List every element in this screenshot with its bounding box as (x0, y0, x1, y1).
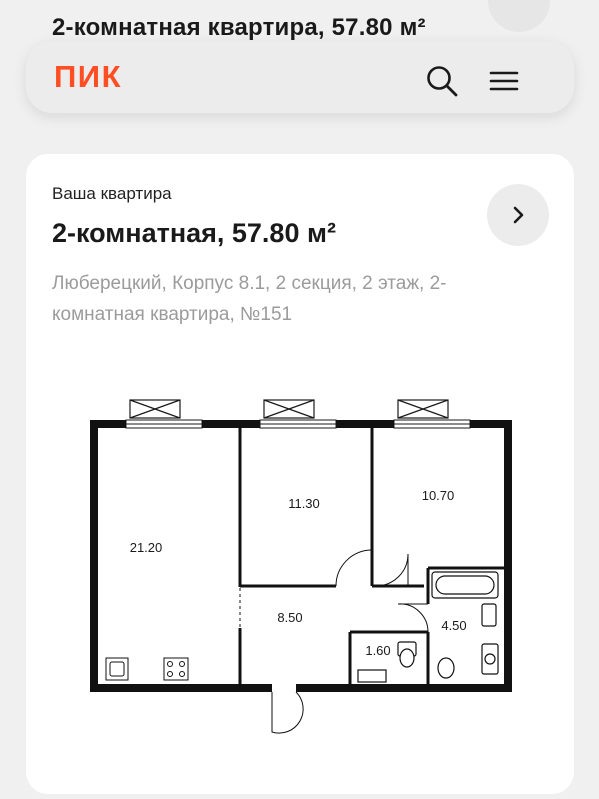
window-icon (125, 419, 471, 429)
apartment-address: Люберецкий, Корпус 8.1, 2 секция, 2 этаж… (52, 273, 447, 325)
open-apartment-button[interactable] (487, 184, 549, 246)
outer-walls (90, 420, 512, 692)
top-navigation-bar: ПИК (26, 41, 574, 113)
pik-logo[interactable]: ПИК (54, 59, 122, 95)
background-page-title: 2-комнатная квартира, 57.80 м² (52, 14, 426, 41)
room-3-area: 10.70 (422, 488, 455, 503)
background-round-button (488, 0, 550, 32)
window-icon (129, 399, 449, 419)
chevron-right-icon (513, 206, 524, 224)
hall-area: 8.50 (277, 610, 302, 625)
card-label: Ваша квартира (52, 184, 172, 203)
apartment-card: Ваша квартира 2-комнатная, 57.80 м² Любе… (26, 154, 574, 794)
kitchen-fixtures (105, 657, 189, 681)
hamburger-menu-icon[interactable] (486, 63, 522, 99)
search-icon[interactable] (424, 63, 460, 99)
floor-plan: 21.20 11.30 10.70 8.50 1.60 4.50 (26, 392, 574, 794)
apartment-title: 2-комнатная, 57.80 м² (52, 218, 336, 248)
bath-area: 4.50 (441, 618, 466, 633)
room-1-area: 21.20 (130, 540, 163, 555)
wc-area: 1.60 (365, 643, 390, 658)
room-2-area: 11.30 (288, 496, 320, 511)
